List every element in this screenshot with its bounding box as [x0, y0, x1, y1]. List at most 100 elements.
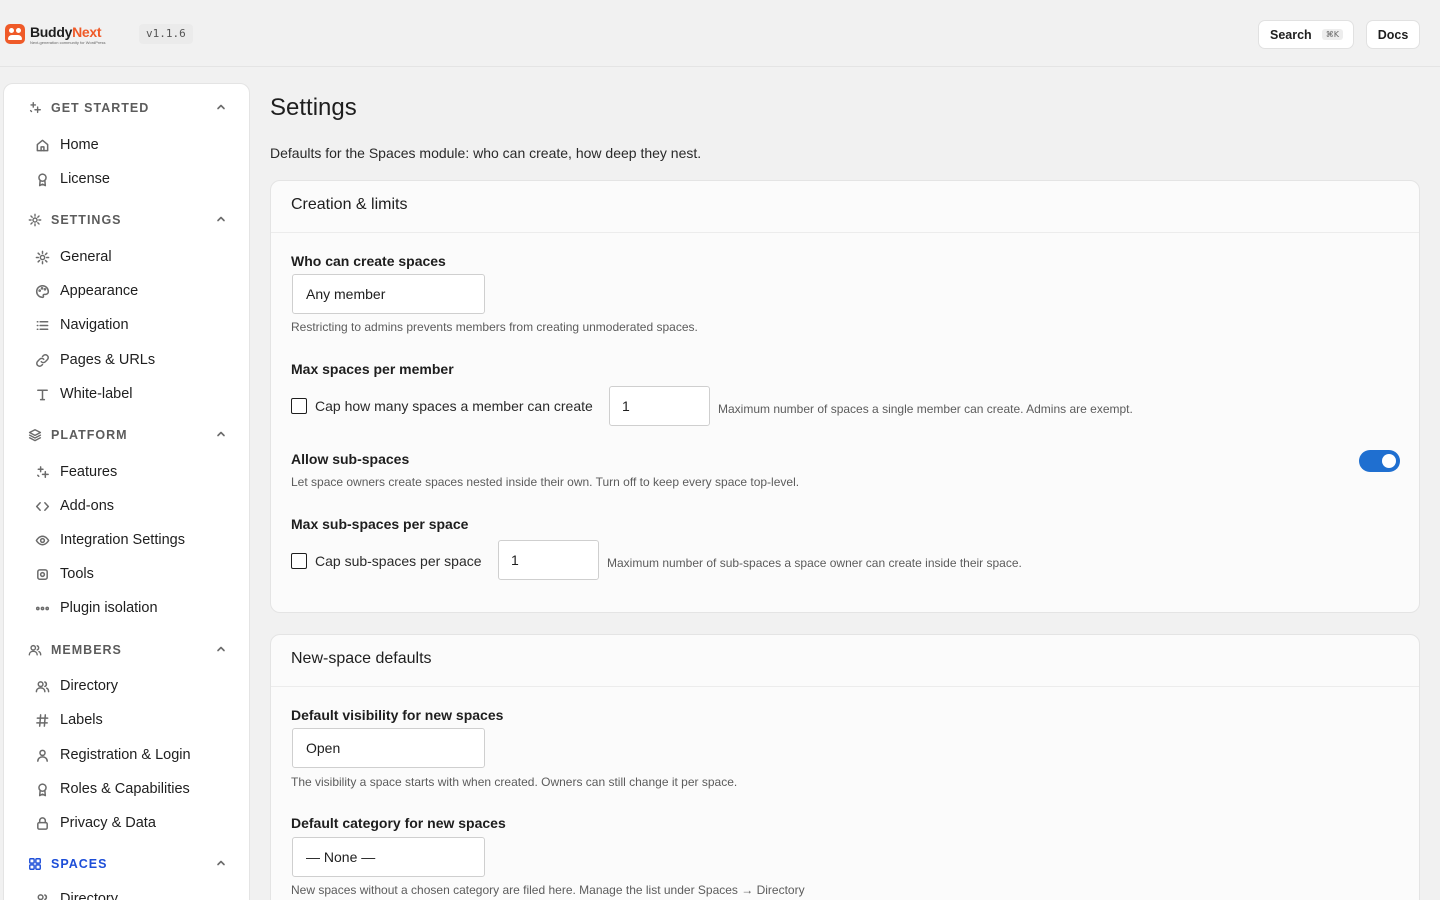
user-icon: [37, 749, 48, 762]
sidebar-item-label: License: [60, 171, 110, 187]
sidebar-item-registration-login[interactable]: Registration & Login: [35, 743, 235, 767]
card-title: New-space defaults: [291, 650, 432, 667]
sidebar-item-white-label[interactable]: White-label: [35, 382, 235, 406]
sidebar-item-label: Labels: [60, 712, 103, 728]
section-label: GET STARTED: [51, 101, 150, 115]
max-sub-spaces-checkbox-label: Cap sub-spaces per space: [315, 553, 482, 569]
sidebar-item-labels[interactable]: Labels: [35, 708, 235, 732]
sidebar-item-label: Directory: [60, 678, 119, 694]
award-icon: [38, 782, 47, 796]
sidebar-item-privacy-data[interactable]: Privacy & Data: [35, 811, 235, 835]
sidebar-item-general[interactable]: General: [35, 245, 235, 269]
sidebar-item-label: Tools: [60, 566, 94, 582]
max-spaces-label: Max spaces per member: [291, 361, 454, 377]
sidebar-item-appearance[interactable]: Appearance: [35, 279, 235, 303]
default-category-label: Default category for new spaces: [291, 815, 506, 831]
allow-sub-spaces-help: Let space owners create spaces nested in…: [291, 475, 800, 489]
type-icon: [37, 389, 48, 400]
docs-button[interactable]: Docs: [1366, 20, 1420, 49]
chevron-up-icon[interactable]: [216, 858, 226, 868]
sidebar-item-label: Roles & Capabilities: [60, 781, 190, 797]
section-members[interactable]: MEMBERS: [28, 639, 228, 661]
eye-icon: [35, 535, 50, 545]
max-sub-spaces-input[interactable]: 1: [498, 540, 599, 580]
sidebar-item-label: Appearance: [60, 283, 139, 299]
max-spaces-checkbox-row[interactable]: Cap how many spaces a member can create: [291, 398, 593, 414]
section-spaces[interactable]: SPACES: [28, 853, 228, 875]
default-category-help: New spaces without a chosen category are…: [291, 883, 805, 897]
sidebar-item-label: White-label: [60, 386, 133, 402]
search-button[interactable]: Search ⌘K: [1258, 20, 1354, 49]
sidebar-item-integration-settings[interactable]: Integration Settings: [35, 528, 235, 552]
card-header: New-space defaults: [271, 635, 1419, 687]
max-sub-spaces-help: Maximum number of sub-spaces a space own…: [607, 556, 1022, 570]
sidebar-item-directory[interactable]: Directory: [35, 674, 235, 698]
sidebar-item-tools[interactable]: Tools: [35, 562, 235, 586]
version-badge: v1.1.6: [139, 24, 193, 44]
dots-icon: [35, 606, 50, 610]
palette-icon: [35, 284, 50, 298]
sidebar-item-label: Pages & URLs: [60, 352, 156, 368]
grid-icon: [29, 858, 41, 870]
default-category-select[interactable]: — None —: [292, 837, 485, 877]
logo-icon: [5, 24, 25, 44]
lock-icon: [37, 816, 48, 830]
section-settings[interactable]: SETTINGS: [28, 209, 228, 231]
sidebar-item-pages-urls[interactable]: Pages & URLs: [35, 348, 235, 372]
sidebar-item-spaces-directory[interactable]: Directory: [35, 887, 235, 900]
sidebar-item-plugin-isolation[interactable]: Plugin isolation: [35, 596, 235, 620]
top-bar: BuddyNext Next-generation community for …: [0, 0, 1440, 67]
page-description: Defaults for the Spaces module: who can …: [270, 145, 702, 161]
max-spaces-input[interactable]: 1: [609, 386, 710, 426]
page-title: Settings: [270, 94, 357, 121]
section-get-started[interactable]: GET STARTED: [28, 97, 228, 119]
card-title: Creation & limits: [291, 196, 408, 213]
section-label: SETTINGS: [51, 213, 122, 227]
creation-limits-card: Creation & limits Who can create spaces …: [270, 180, 1420, 613]
sidebar-item-label: Navigation: [60, 317, 129, 333]
max-spaces-help: Maximum number of spaces a single member…: [718, 402, 1133, 416]
sidebar-item-label: Registration & Login: [60, 747, 191, 763]
sidebar-item-add-ons[interactable]: Add-ons: [35, 494, 235, 518]
chevron-up-icon[interactable]: [216, 214, 226, 224]
who-can-create-select[interactable]: Any member: [292, 274, 485, 314]
who-can-create-label: Who can create spaces: [291, 253, 446, 269]
section-platform[interactable]: PLATFORM: [28, 424, 228, 446]
default-visibility-select[interactable]: Open: [292, 728, 485, 768]
sidebar-item-navigation[interactable]: Navigation: [35, 313, 235, 337]
sidebar-item-label: Features: [60, 464, 118, 480]
sparkle-icon: [37, 465, 49, 478]
new-space-defaults-card: New-space defaults Default visibility fo…: [270, 634, 1420, 900]
award-icon: [38, 172, 47, 186]
home-icon: [36, 139, 49, 151]
allow-sub-spaces-label: Allow sub-spaces: [291, 451, 410, 467]
default-visibility-label: Default visibility for new spaces: [291, 707, 504, 723]
search-label: Search: [1270, 27, 1312, 42]
sidebar-item-license[interactable]: License: [35, 167, 235, 191]
max-spaces-checkbox[interactable]: [291, 398, 307, 414]
chevron-up-icon[interactable]: [216, 102, 226, 112]
sidebar-item-label: Privacy & Data: [60, 815, 156, 831]
sidebar-item-home[interactable]: Home: [35, 133, 235, 157]
sidebar-item-label: Directory: [60, 891, 119, 900]
max-sub-spaces-checkbox-row[interactable]: Cap sub-spaces per space: [291, 553, 482, 569]
max-sub-spaces-label: Max sub-spaces per space: [291, 516, 469, 532]
allow-sub-spaces-toggle[interactable]: [1359, 450, 1400, 472]
gear-icon: [28, 213, 42, 227]
list-icon: [36, 320, 49, 330]
who-can-create-help: Restricting to admins prevents members f…: [291, 320, 698, 334]
gear-icon: [35, 250, 50, 264]
sidebar-item-label: General: [60, 249, 112, 265]
sidebar-item-features[interactable]: Features: [35, 460, 235, 484]
chevron-up-icon[interactable]: [216, 429, 226, 439]
brand-logo[interactable]: BuddyNext Next-generation community for …: [5, 24, 106, 45]
users-icon: [37, 893, 48, 900]
sidebar-item-label: Integration Settings: [60, 532, 185, 548]
max-spaces-checkbox-label: Cap how many spaces a member can create: [315, 398, 593, 414]
max-sub-spaces-checkbox[interactable]: [291, 553, 307, 569]
users-icon: [28, 644, 42, 656]
link-icon: [36, 353, 49, 367]
chevron-up-icon[interactable]: [216, 644, 226, 654]
sidebar-item-roles-capabilities[interactable]: Roles & Capabilities: [35, 777, 235, 801]
code-icon: [35, 501, 50, 511]
